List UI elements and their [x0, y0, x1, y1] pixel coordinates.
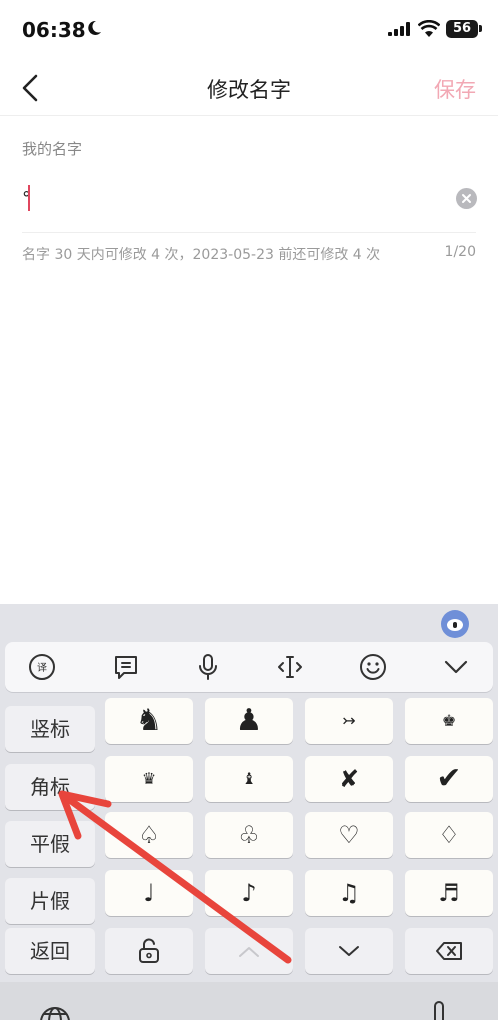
divider: [22, 232, 476, 233]
signal-icon: [388, 22, 410, 36]
symbol-key[interactable]: ♝: [205, 756, 293, 802]
symbol-key[interactable]: ♧: [205, 812, 293, 858]
save-button[interactable]: 保存: [434, 74, 476, 104]
collapse-keyboard-icon[interactable]: [441, 652, 471, 682]
status-bar: 06:38 56: [0, 0, 498, 56]
dictation-icon[interactable]: [432, 1000, 446, 1020]
symbol-key[interactable]: ✔: [405, 756, 493, 802]
clear-icon[interactable]: [456, 188, 477, 209]
microphone-icon[interactable]: [193, 652, 223, 682]
keyboard-bottom-bar: [0, 982, 498, 1020]
side-key-katakana[interactable]: 片假: [5, 878, 95, 924]
symbol-key[interactable]: ↣: [305, 698, 393, 744]
chevron-down-icon: [339, 946, 359, 956]
symbol-key[interactable]: ♪: [205, 870, 293, 916]
symbol-key[interactable]: ♤: [105, 812, 193, 858]
side-key-vertical-marks[interactable]: 竖标: [5, 706, 95, 752]
symbol-key[interactable]: ✘: [305, 756, 393, 802]
side-key-corner-marks[interactable]: 角标: [5, 764, 95, 810]
page-up-key[interactable]: [205, 928, 293, 974]
page-title: 修改名字: [207, 78, 291, 102]
moon-icon: [88, 20, 101, 35]
symbol-key[interactable]: ♚: [405, 698, 493, 744]
char-counter: 1/20: [444, 244, 476, 260]
name-input[interactable]: [22, 178, 452, 218]
wifi-icon: [418, 20, 440, 37]
text-caret: [28, 185, 30, 211]
symbol-key[interactable]: ♛: [105, 756, 193, 802]
name-label: 我的名字: [22, 140, 83, 158]
side-key-hiragana[interactable]: 平假: [5, 821, 95, 867]
backspace-icon: [436, 942, 462, 960]
lock-key[interactable]: [105, 928, 193, 974]
symbol-key[interactable]: ♡: [305, 812, 393, 858]
symbol-key[interactable]: ♞: [105, 698, 193, 744]
delete-key[interactable]: [405, 928, 493, 974]
nav-bar: 修改名字 保存: [0, 60, 498, 116]
chevron-up-icon: [239, 947, 259, 957]
page-down-key[interactable]: [305, 928, 393, 974]
symbol-key[interactable]: ♩: [105, 870, 193, 916]
symbol-key[interactable]: ♢: [405, 812, 493, 858]
status-time: 06:38: [22, 18, 86, 42]
edit-limit-hint: 名字 30 天内可修改 4 次，2023-05-23 前还可修改 4 次: [22, 247, 381, 263]
battery-indicator: 56: [446, 20, 478, 38]
translate-icon[interactable]: 译: [27, 652, 57, 682]
emoji-icon[interactable]: [358, 652, 388, 682]
keyboard-logo-icon[interactable]: [441, 610, 469, 638]
svg-text:译: 译: [37, 662, 47, 674]
unlock-icon: [139, 938, 159, 963]
side-key-return[interactable]: 返回: [5, 928, 95, 974]
symbol-key[interactable]: ♟: [205, 698, 293, 744]
text-panel-icon[interactable]: [111, 652, 141, 682]
globe-icon[interactable]: [38, 1005, 72, 1020]
symbol-key[interactable]: ♬: [405, 870, 493, 916]
symbol-key[interactable]: ♫: [305, 870, 393, 916]
battery-tip: [479, 25, 482, 32]
cursor-move-icon[interactable]: [275, 652, 305, 682]
keyboard-toolbar: 译: [5, 642, 493, 692]
